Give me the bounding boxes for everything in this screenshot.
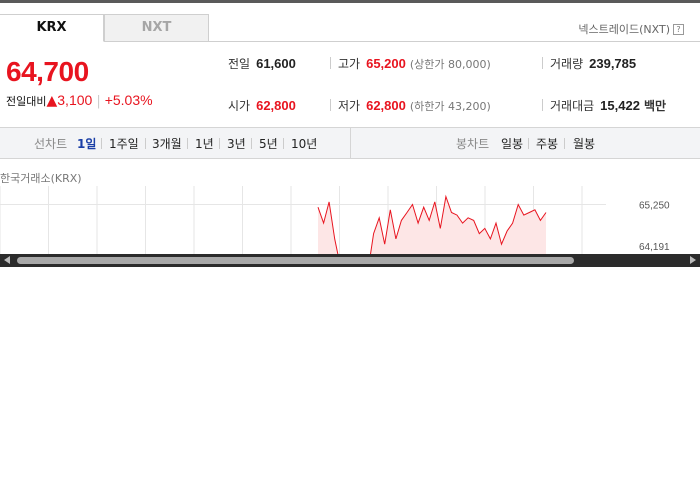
price-area [318,196,546,254]
chart-options-bar: 선차트 1일 1주일 3개월 1년 3년 5년 10년 봉차트 일봉 주봉 월봉 [0,127,700,159]
stat-value: 239,785 [589,56,637,71]
stat-label: 거래량 [550,57,584,71]
nxt-link-label: 넥스트레이드(NXT) [578,23,670,36]
option-divider [145,138,146,149]
up-arrow-icon: ▲ [46,93,58,109]
period-3m[interactable]: 3개월 [152,135,182,152]
option-divider [251,138,252,149]
period-10y[interactable]: 10년 [291,135,317,152]
stat-value: 62,800 [256,98,296,113]
option-divider [283,138,284,149]
tab-nxt[interactable]: NXT [104,14,209,42]
stat-value: 65,200 [366,56,406,71]
stat-value: 15,422 [600,98,640,113]
period-3y[interactable]: 3년 [227,135,246,152]
nxt-info-link[interactable]: 넥스트레이드(NXT)? [578,21,684,37]
stat-label: 거래대금 [550,99,595,113]
option-divider [528,138,529,149]
scrollbar-thumb[interactable] [17,257,574,264]
stat-amount: 거래대금 15,422 백만 [550,97,666,114]
stat-divider [330,57,331,69]
options-divider [350,128,351,158]
period-1w[interactable]: 1주일 [109,135,139,152]
option-divider [564,138,565,149]
stat-high: 고가 65,200 (상한가 80,000) [338,55,491,72]
stat-open: 시가 62,800 [228,97,296,114]
option-divider [219,138,220,149]
stat-divider [542,57,543,69]
chart-source-label: 한국거래소(KRX) [0,172,82,185]
stat-low: 저가 62,800 (하한가 43,200) [338,97,491,114]
period-5y[interactable]: 5년 [259,135,278,152]
tab-underline [104,41,700,42]
current-price: 64,700 [6,56,89,87]
line-chart-title: 선차트 [34,137,68,151]
period-1y[interactable]: 1년 [195,135,214,152]
stat-label: 전일 [228,57,251,71]
lower-limit: (하한가 43,200) [409,100,491,113]
stat-prev-close: 전일 61,600 [228,55,296,72]
stat-value: 61,600 [256,56,296,71]
help-icon[interactable]: ? [673,24,684,35]
price-chart: 65,250 64,191 [0,186,670,254]
stat-label: 고가 [338,57,361,71]
stat-divider [542,99,543,111]
candle-chart-title: 봉차트 [456,137,490,151]
period-1d[interactable]: 1일 [77,135,96,152]
stat-value: 62,800 [366,98,406,113]
stat-label: 시가 [228,99,251,113]
price-change: 전일대비▲3,100 | +5.03% [6,92,153,109]
option-divider [187,138,188,149]
horizontal-scrollbar[interactable] [0,254,700,267]
option-divider [101,138,102,149]
upper-limit: (상한가 80,000) [409,58,491,71]
change-percent: +5.03% [104,92,153,108]
candle-monthly[interactable]: 월봉 [573,135,595,152]
y-tick-label: 64,191 [639,242,670,253]
change-amount: 3,100 [57,92,93,108]
candle-daily[interactable]: 일봉 [501,135,523,152]
top-border [0,0,700,3]
stat-volume: 거래량 239,785 [550,55,636,72]
tab-krx[interactable]: KRX [0,14,104,42]
change-label: 전일대비 [6,95,47,108]
scroll-right-icon[interactable] [690,256,696,264]
stat-label: 저가 [338,99,361,113]
amount-unit: 백만 [643,99,667,113]
y-tick-label: 65,250 [639,201,670,212]
stat-divider [330,99,331,111]
change-divider: | [96,94,101,109]
candle-weekly[interactable]: 주봉 [536,135,558,152]
scroll-left-icon[interactable] [4,256,10,264]
